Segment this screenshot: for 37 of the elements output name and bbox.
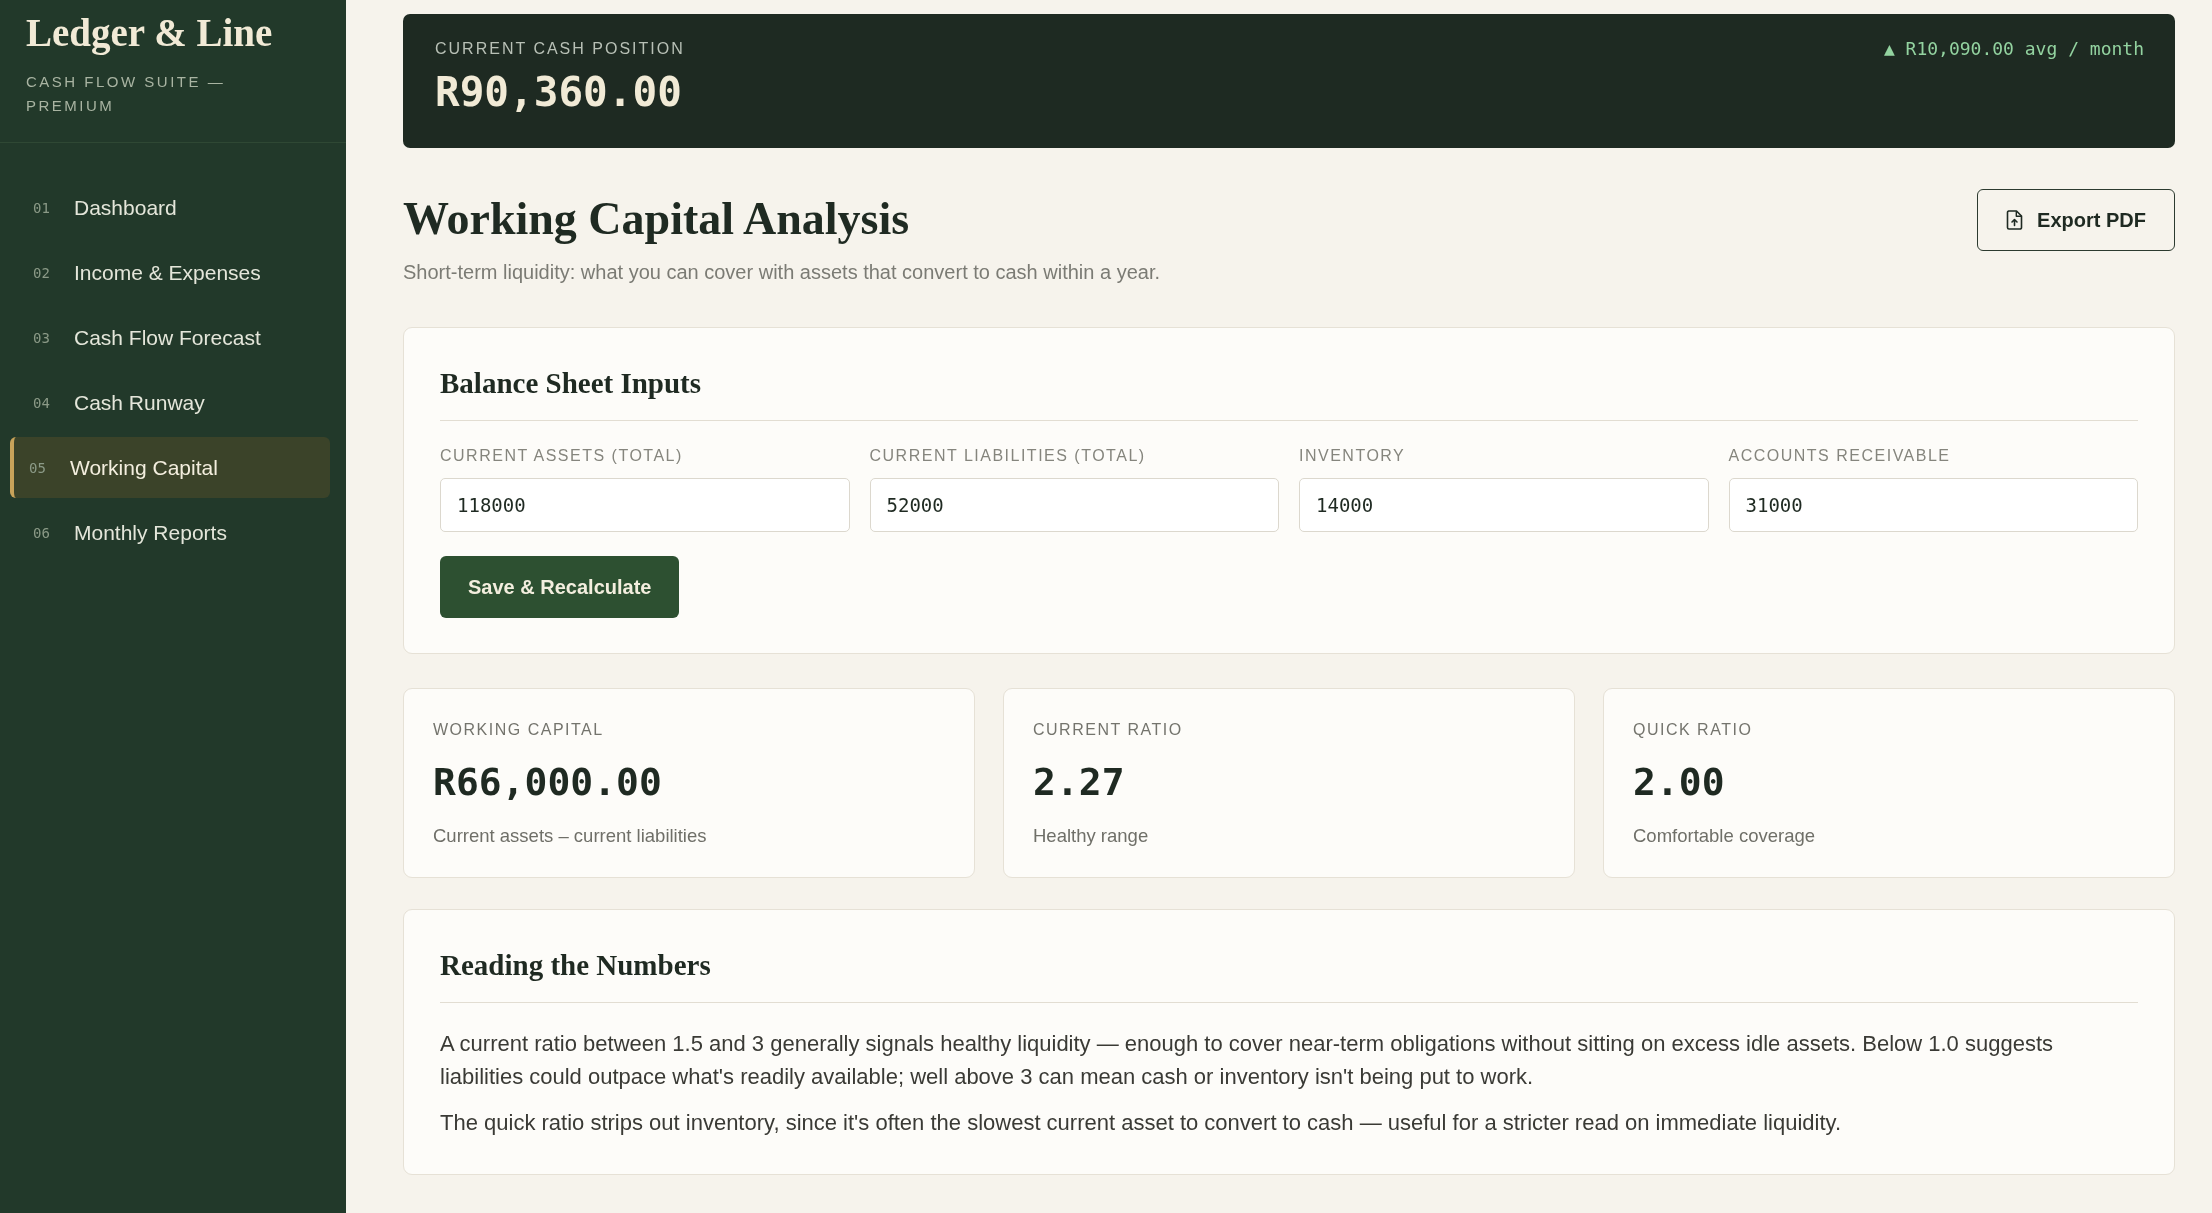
nav-item[interactable]: 05 Working Capital — [10, 437, 330, 498]
export-button[interactable]: Export PDF — [1977, 189, 2175, 251]
input-field[interactable]: 118000 — [440, 478, 850, 532]
page-title: Working Capital Analysis — [403, 192, 911, 246]
banner-label: CURRENT CASH POSITION — [435, 39, 685, 59]
field-label: ACCOUNTS RECEIVABLE — [1728, 446, 1952, 466]
nav-item[interactable]: 03 Cash Flow Forecast — [10, 307, 330, 368]
field-label: CURRENT ASSETS (TOTAL) — [440, 446, 684, 466]
save-recalculate-button[interactable]: Save & Recalculate — [440, 556, 680, 618]
nav-item[interactable]: 01 Dashboard — [10, 177, 330, 238]
metric-value: 2.27 — [1033, 759, 1126, 806]
input-field[interactable]: 31000 — [1728, 478, 2138, 532]
brand-title: Ledger & Line — [26, 10, 274, 56]
metric-label: WORKING CAPITAL — [433, 720, 605, 740]
metric-note: Healthy range — [1033, 824, 1150, 848]
nav-item[interactable]: 02 Income & Expenses — [10, 242, 330, 303]
card-title: Balance Sheet Inputs — [440, 366, 2138, 421]
metric-label: CURRENT RATIO — [1033, 720, 1184, 740]
metric-value: 2.00 — [1633, 759, 1726, 806]
document-icon — [2006, 210, 2024, 230]
page-subtitle: Short-term liquidity: what you can cover with assets that convert to cash within a year. — [403, 260, 1160, 285]
paragraph: A current ratio between 1.5 and 3 generally signals healthy liquidity — enough to cover near-term obligations without sitting on excess idle assets. Below 1.0 suggests liabilities could outpace what's readily available; well above 3 can mean cash or inventory isn't being put to work. — [440, 1030, 2055, 1091]
metric-note: Current assets – current liabilities — [433, 824, 708, 848]
metric-value: R66,000.00 — [433, 759, 663, 806]
metric-note: Comfortable coverage — [1633, 824, 1816, 848]
input-field[interactable]: 14000 — [1299, 478, 1709, 532]
nav-item[interactable]: 06 Monthly Reports — [10, 502, 330, 563]
cash-position-value: R90,360.00 — [435, 68, 683, 116]
field-label: INVENTORY — [1299, 446, 1407, 466]
metric-label: QUICK RATIO — [1633, 720, 1754, 740]
nav-item[interactable]: 04 Cash Runway — [10, 372, 330, 433]
input-field[interactable]: 52000 — [869, 478, 1279, 532]
paragraph: The quick ratio strips out inventory, since it's often the slowest current asset to convert to cash — useful for a stricter read on immediate liquidity. — [440, 1109, 1842, 1137]
card-title: Reading the Numbers — [440, 948, 2138, 1003]
field-label: CURRENT LIABILITIES (TOTAL) — [869, 446, 1147, 466]
trend-text: ▲ R10,090.00 avg / month — [1883, 39, 2144, 59]
brand-tagline: CASH FLOW SUITE — PREMIUM — [26, 72, 227, 116]
